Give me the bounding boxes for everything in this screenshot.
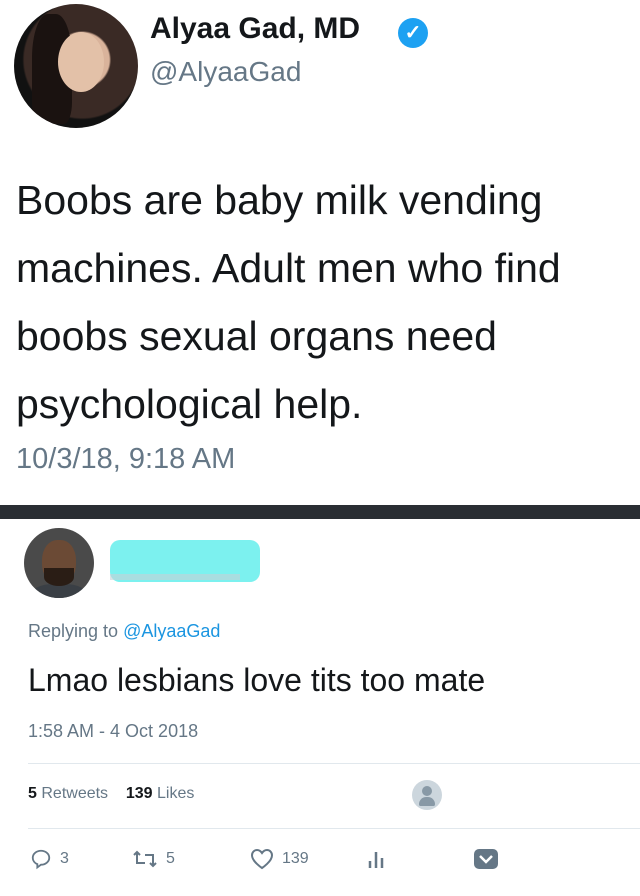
verified-badge-icon: ✓ [398, 18, 428, 48]
reply-count: 3 [60, 850, 69, 867]
retweet-action[interactable]: 5 [132, 848, 175, 870]
like-action[interactable]: 139 [250, 848, 309, 870]
like-count: 139 [282, 850, 309, 867]
separator-top [28, 763, 640, 764]
likes-count[interactable]: 139 [126, 785, 153, 802]
reply-timestamp[interactable]: 1:58 AM - 4 Oct 2018 [28, 721, 198, 742]
author-avatar[interactable] [14, 4, 138, 128]
screenshot-divider [0, 505, 640, 519]
reply-action[interactable]: 3 [30, 848, 69, 870]
reply-text: Lmao lesbians love tits too mate [28, 662, 486, 698]
retweet-count: 5 [166, 850, 175, 867]
default-avatar-icon[interactable] [412, 780, 442, 810]
tweet-text: Boobs are baby milk vending machines. Ad… [16, 177, 561, 427]
author-name[interactable]: Alyaa Gad, MD [150, 12, 360, 46]
tweet-timestamp[interactable]: 10/3/18, 9:18 AM [16, 443, 235, 476]
replying-prefix: Replying to [28, 621, 119, 641]
reply-icon [31, 849, 51, 870]
author-handle[interactable]: @AlyaaGad [150, 56, 301, 88]
like-icon [250, 848, 274, 870]
replying-to: Replying to @AlyaaGad [28, 621, 220, 642]
replying-handle-link[interactable]: @AlyaaGad [123, 621, 220, 641]
reply-author-avatar[interactable] [24, 528, 94, 598]
retweets-label[interactable]: Retweets [41, 785, 108, 802]
separator-bottom [28, 828, 640, 829]
engagement-stats: 5 Retweets 139 Likes [28, 785, 194, 803]
redacted-handle [110, 574, 240, 580]
retweets-count[interactable]: 5 [28, 785, 37, 802]
dropdown-icon [474, 849, 498, 869]
analytics-icon [368, 852, 384, 868]
more-action[interactable] [473, 848, 499, 870]
original-tweet: Alyaa Gad, MD ✓ @AlyaaGad Boobs are baby… [0, 0, 640, 505]
retweet-icon [133, 850, 157, 868]
likes-label[interactable]: Likes [157, 785, 194, 802]
analytics-action[interactable] [366, 848, 386, 870]
